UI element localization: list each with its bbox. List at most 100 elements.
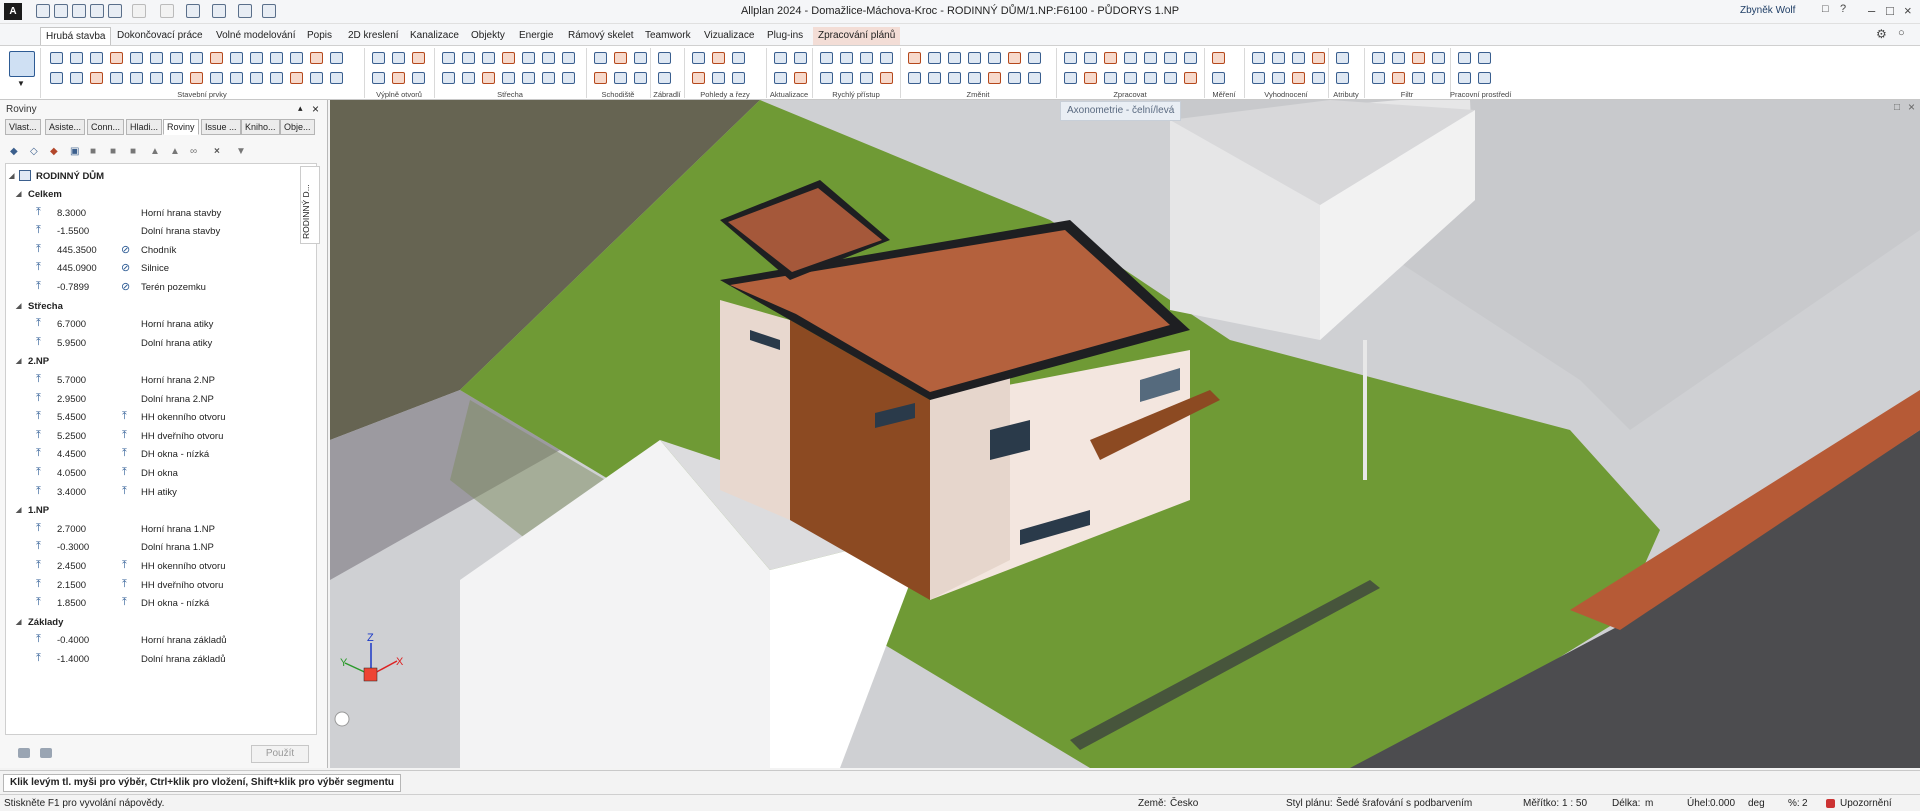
ribbon-tool-icon[interactable] xyxy=(270,72,283,84)
expand-icon[interactable]: ◢ xyxy=(16,357,21,365)
plane-label[interactable]: Horní hrana 1.NP xyxy=(141,524,215,535)
plane-row[interactable]: ⤒ 445.0900 ⊘ Silnice xyxy=(6,261,316,280)
ribbon-tool-icon[interactable] xyxy=(1164,52,1177,64)
plane-height[interactable]: 4.0500 xyxy=(57,468,86,479)
ribbon-tool-icon[interactable] xyxy=(794,52,807,64)
panel-footer-icon[interactable] xyxy=(18,748,30,758)
ribbon-tool-icon[interactable] xyxy=(90,72,103,84)
plane-tool-icon[interactable]: ■ xyxy=(130,146,136,157)
ribbon-tool-icon[interactable] xyxy=(928,52,941,64)
panel-tab-connect[interactable]: Conn... xyxy=(87,119,125,135)
tab-kanalizace[interactable]: Kanalizace xyxy=(405,27,464,46)
plane-height[interactable]: -0.7899 xyxy=(57,282,89,293)
ribbon-tool-icon[interactable] xyxy=(330,52,343,64)
plane-row[interactable]: ⤒ 8.3000 Horní hrana stavby xyxy=(6,206,316,225)
plane-row[interactable]: ⤒ 6.7000 Horní hrana atiky xyxy=(6,317,316,336)
ribbon-tool-icon[interactable] xyxy=(908,52,921,64)
plane-height[interactable]: 445.3500 xyxy=(57,245,97,256)
plane-label[interactable]: Horní hrana základů xyxy=(141,635,227,646)
plane-label[interactable]: Dolní hrana atiky xyxy=(141,338,212,349)
tree-group[interactable]: ◢ Střecha xyxy=(6,299,316,318)
ribbon-tool-icon[interactable] xyxy=(1432,72,1445,84)
plane-row[interactable]: ⤒ 4.0500 ⤒ DH okna xyxy=(6,466,316,485)
ribbon-tool-icon[interactable] xyxy=(1272,52,1285,64)
ribbon-tool-icon[interactable] xyxy=(562,72,575,84)
plane-row[interactable]: ⤒ 4.4500 ⤒ DH okna - nízká xyxy=(6,447,316,466)
ribbon-tool-icon[interactable] xyxy=(210,52,223,64)
ribbon-tool-icon[interactable] xyxy=(70,72,83,84)
ribbon-tool-icon[interactable] xyxy=(1144,52,1157,64)
plane-arrow-icon[interactable]: ⤒ xyxy=(122,578,127,591)
ribbon-tool-icon[interactable] xyxy=(732,52,745,64)
big-tool-icon[interactable] xyxy=(9,51,35,77)
ribbon-tool-icon[interactable] xyxy=(1292,72,1305,84)
status-angle-unit[interactable]: deg xyxy=(1748,798,1765,809)
expand-icon[interactable]: ▼ xyxy=(236,146,246,157)
ribbon-tool-icon[interactable] xyxy=(462,72,475,84)
maximize-icon[interactable]: □ xyxy=(1886,3,1894,18)
ribbon-tool-icon[interactable] xyxy=(1164,72,1177,84)
minimize-icon[interactable]: – xyxy=(1868,3,1875,18)
ribbon-tool-icon[interactable] xyxy=(1252,72,1265,84)
ribbon-tool-icon[interactable] xyxy=(658,72,671,84)
panel-tab-knihovna[interactable]: Kniho... xyxy=(241,119,280,135)
ribbon-tool-icon[interactable] xyxy=(392,72,405,84)
ribbon-tool-icon[interactable] xyxy=(110,72,123,84)
plane-row[interactable]: ⤒ 5.9500 Dolní hrana atiky xyxy=(6,336,316,355)
panel-side-tab[interactable]: RODINNÝ D... xyxy=(300,166,320,244)
plane-height[interactable]: 5.9500 xyxy=(57,338,86,349)
plane-row[interactable]: ⤒ 2.9500 Dolní hrana 2.NP xyxy=(6,392,316,411)
ribbon-tool-icon[interactable] xyxy=(1336,72,1349,84)
ribbon-tool-icon[interactable] xyxy=(1292,52,1305,64)
ribbon-tool-icon[interactable] xyxy=(1312,52,1325,64)
ribbon-tool-icon[interactable] xyxy=(70,52,83,64)
plane-height[interactable]: 2.9500 xyxy=(57,394,86,405)
plane-row[interactable]: ⤒ 445.3500 ⊘ Chodník xyxy=(6,243,316,262)
ribbon-tool-icon[interactable] xyxy=(412,72,425,84)
ribbon-tool-icon[interactable] xyxy=(1372,52,1385,64)
plane-label[interactable]: Silnice xyxy=(141,263,169,274)
ribbon-tool-icon[interactable] xyxy=(482,52,495,64)
plane-height[interactable]: -1.5500 xyxy=(57,226,89,237)
plane-label[interactable]: HH okenního otvoru xyxy=(141,561,226,572)
viewport-close-icon[interactable]: × xyxy=(1908,100,1915,114)
panel-tab-vlastnosti[interactable]: Vlast... xyxy=(5,119,41,135)
panel-tab-hladiny[interactable]: Hladi... xyxy=(126,119,163,135)
tab-plug-ins[interactable]: Plug-ins xyxy=(762,27,808,46)
ribbon-tool-icon[interactable] xyxy=(908,72,921,84)
ribbon-tool-icon[interactable] xyxy=(442,52,455,64)
status-mode[interactable]: Upozornění xyxy=(1840,798,1892,809)
ribbon-tool-icon[interactable] xyxy=(1478,52,1491,64)
ribbon-tool-icon[interactable] xyxy=(692,72,705,84)
ribbon-tool-icon[interactable] xyxy=(392,52,405,64)
plane-arrow-icon[interactable]: ⤒ xyxy=(122,485,127,498)
status-plan-style[interactable]: Šedé šrafování s podbarvením xyxy=(1336,798,1472,809)
ribbon-tool-icon[interactable] xyxy=(1272,72,1285,84)
ribbon-tool-icon[interactable] xyxy=(1124,72,1137,84)
plane-height[interactable]: 4.4500 xyxy=(57,449,86,460)
tree-group[interactable]: ◢ 2.NP xyxy=(6,354,316,373)
expand-icon[interactable]: ◢ xyxy=(9,172,14,180)
status-scale[interactable]: 1 : 50 xyxy=(1562,798,1587,809)
ribbon-tool-icon[interactable] xyxy=(732,72,745,84)
plane-row[interactable]: ⤒ -0.3000 Dolní hrana 1.NP xyxy=(6,540,316,559)
plane-tool-icon[interactable]: ▲ xyxy=(150,146,160,157)
ribbon-tool-icon[interactable] xyxy=(968,72,981,84)
ribbon-tool-icon[interactable] xyxy=(1124,52,1137,64)
help-icon[interactable]: ? xyxy=(1840,3,1846,15)
plane-height[interactable]: 6.7000 xyxy=(57,319,86,330)
ribbon-tool-icon[interactable] xyxy=(1212,72,1225,84)
tab-volne-modelovani[interactable]: Volné modelování xyxy=(211,27,301,46)
plane-arrow-icon[interactable]: ⤒ xyxy=(122,596,127,609)
ribbon-tool-icon[interactable] xyxy=(594,72,607,84)
ribbon-tool-icon[interactable] xyxy=(502,72,515,84)
plane-label[interactable]: Dolní hrana základů xyxy=(141,654,226,665)
plane-row[interactable]: ⤒ -0.4000 Horní hrana základů xyxy=(6,633,316,652)
ribbon-tool-icon[interactable] xyxy=(130,72,143,84)
plane-height[interactable]: 5.4500 xyxy=(57,412,86,423)
ribbon-tool-icon[interactable] xyxy=(712,52,725,64)
plane-height[interactable]: -0.3000 xyxy=(57,542,89,553)
settings-gear-icon[interactable]: ⚙ xyxy=(1876,27,1887,41)
tab-objekty[interactable]: Objekty xyxy=(466,27,510,46)
ribbon-tool-icon[interactable] xyxy=(170,72,183,84)
